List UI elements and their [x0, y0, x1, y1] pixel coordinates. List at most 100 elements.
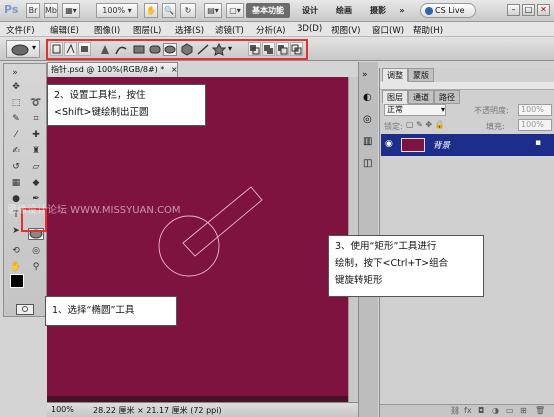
line-shape-icon[interactable] [196, 43, 210, 56]
shape-layers-button[interactable] [50, 42, 63, 56]
fill-field[interactable]: 100% [518, 119, 552, 131]
adjustments-panel-icon[interactable]: ◐ [363, 92, 372, 103]
crop-tool-icon[interactable]: ⌗ [28, 112, 44, 126]
new-group-icon[interactable]: ▭ [506, 406, 514, 415]
blend-mode-select[interactable]: 正常 ▾ [384, 104, 446, 116]
paths-button[interactable] [64, 42, 77, 56]
cs-live-button[interactable]: CS Live [420, 3, 476, 18]
zoom-tool-icon[interactable]: ⚲ [28, 260, 44, 274]
layer-style-icon[interactable]: fx [464, 406, 472, 415]
menu-window[interactable]: 窗口(W) [372, 24, 404, 36]
close-button[interactable]: ✕ [537, 4, 550, 16]
lock-icons[interactable]: ▢ ✎ ✥ 🔒 [406, 120, 445, 129]
eraser-tool-icon[interactable]: ▱ [28, 160, 44, 174]
tab-adjustments[interactable]: 调整 [382, 68, 408, 82]
custom-shape-icon[interactable] [211, 42, 227, 56]
3d-rotate-tool-icon[interactable]: ⟲ [8, 244, 24, 258]
hand-tool-button[interactable]: ✋ [144, 3, 158, 18]
menu-filter[interactable]: 滤镜(T) [215, 24, 244, 36]
freeform-pen-icon[interactable] [114, 43, 128, 56]
link-layers-icon[interactable]: ⛓ [450, 406, 460, 415]
workspace-photography[interactable]: 摄影 [364, 3, 392, 18]
masks-panel-icon[interactable]: ◎ [363, 114, 372, 125]
workspace-painting[interactable]: 绘画 [330, 3, 358, 18]
menu-layer[interactable]: 图层(L) [133, 24, 161, 36]
zoom-tool-button[interactable]: 🔍 [162, 3, 176, 18]
arrange-documents-button[interactable]: ▤▾ [204, 3, 222, 18]
tab-layers[interactable]: 图层 [382, 90, 408, 104]
collapse-toolbox-icon[interactable]: » [7, 66, 23, 80]
minibridge-button[interactable]: Mb [44, 3, 58, 18]
delete-layer-icon[interactable]: 🗑 [535, 406, 545, 415]
document-title: 指针.psd @ 100%(RGB/8#) * [51, 65, 165, 74]
document-tab[interactable]: 指针.psd @ 100%(RGB/8#) * × [47, 62, 178, 77]
3d-orbit-tool-icon[interactable]: ◎ [28, 244, 44, 258]
maximize-button[interactable]: □ [522, 4, 535, 16]
geometry-options-chevron-icon[interactable]: ▾ [228, 44, 232, 53]
menu-view[interactable]: 视图(V) [331, 24, 360, 36]
subtract-shape-button[interactable] [276, 42, 289, 56]
layer-name: 背景 [433, 141, 451, 151]
tab-masks[interactable]: 蒙版 [408, 68, 434, 82]
menu-file[interactable]: 文件(F) [6, 24, 35, 36]
eyedropper-tool-icon[interactable]: ⁄ [8, 128, 24, 142]
bridge-button[interactable]: Br [26, 3, 40, 18]
marquee-tool-icon[interactable]: ⬚ [8, 96, 24, 110]
status-bar: 100% 28.22 厘米 × 21.17 厘米 (72 ppi) [47, 402, 358, 417]
pen-tool-icon[interactable] [98, 43, 112, 56]
status-zoom[interactable]: 100% [51, 405, 74, 414]
foreground-color-swatch[interactable] [10, 274, 24, 288]
intersect-shape-button[interactable] [290, 42, 303, 56]
rectangle-shape-icon[interactable] [132, 43, 146, 56]
layer-visibility-eye-icon[interactable]: ◉ [385, 139, 393, 149]
menu-select[interactable]: 选择(S) [175, 24, 204, 36]
new-shape-layer-button[interactable] [248, 42, 261, 56]
menu-edit[interactable]: 编辑(E) [50, 24, 79, 36]
layer-mask-icon[interactable]: ◘ [478, 406, 484, 415]
healing-brush-tool-icon[interactable]: ✚ [28, 128, 44, 142]
opacity-field[interactable]: 100% [518, 104, 552, 116]
close-document-icon[interactable]: × [171, 65, 177, 74]
blur-tool-icon[interactable]: ◆ [28, 176, 44, 190]
fill-pixels-button[interactable] [78, 42, 91, 56]
tab-channels[interactable]: 通道 [408, 90, 434, 104]
menu-help[interactable]: 帮助(H) [413, 24, 443, 36]
photoshop-logo: Ps [4, 3, 19, 16]
clone-stamp-tool-icon[interactable]: ♜ [28, 144, 44, 158]
workspace-design[interactable]: 设计 [296, 3, 324, 18]
view-extras-button[interactable]: ▦▾ [62, 3, 80, 18]
tab-paths[interactable]: 路径 [434, 90, 460, 104]
styles-panel-icon[interactable]: ▥ [363, 136, 372, 147]
minimize-button[interactable]: – [507, 4, 520, 16]
menu-analysis[interactable]: 分析(A) [256, 24, 285, 36]
layers-panel-icon[interactable]: ◫ [363, 158, 372, 169]
workspace-essentials[interactable]: 基本功能 [246, 3, 290, 18]
gradient-tool-icon[interactable]: ▦ [8, 176, 24, 190]
menu-image[interactable]: 图像(I) [94, 24, 120, 36]
lasso-tool-icon[interactable]: ➰ [28, 96, 44, 110]
adjustments-panel-collapsed [380, 82, 554, 90]
rounded-rectangle-icon[interactable] [148, 43, 162, 56]
history-brush-tool-icon[interactable]: ↺ [8, 160, 24, 174]
menu-bar: 文件(F) 编辑(E) 图像(I) 图层(L) 选择(S) 滤镜(T) 分析(A… [0, 22, 554, 37]
zoom-level-select[interactable]: 100% ▾ [96, 3, 138, 18]
rotate-view-button[interactable]: ↻ [180, 3, 196, 18]
quick-mask-button[interactable] [16, 304, 34, 315]
ellipse-shape-icon[interactable] [163, 43, 177, 56]
collapse-panels-icon[interactable]: » [362, 70, 368, 80]
quick-select-tool-icon[interactable]: ✎ [8, 112, 24, 126]
new-layer-icon[interactable]: ⊞ [520, 406, 527, 415]
polygon-shape-icon[interactable] [180, 43, 194, 56]
callout-step-3-line-1: 3、使用“矩形”工具进行 [335, 241, 437, 252]
callout-step-1-text: 1、选择“椭圆”工具 [52, 305, 135, 316]
menu-3d[interactable]: 3D(D) [297, 24, 322, 34]
adjustment-layer-icon[interactable]: ◑ [492, 406, 499, 415]
layer-row-background[interactable]: ◉ 背景 ▪ [381, 134, 554, 156]
hand-tool-icon[interactable]: ✋ [8, 260, 24, 274]
move-tool-icon[interactable]: ✥ [8, 80, 24, 94]
screen-mode-button[interactable]: ▢▾ [226, 3, 244, 18]
brush-tool-icon[interactable]: ✍ [8, 144, 24, 158]
add-to-shape-button[interactable] [262, 42, 275, 56]
workspace-more-icon[interactable]: » [396, 3, 408, 18]
tool-preset-picker[interactable]: ▾ [6, 40, 40, 58]
